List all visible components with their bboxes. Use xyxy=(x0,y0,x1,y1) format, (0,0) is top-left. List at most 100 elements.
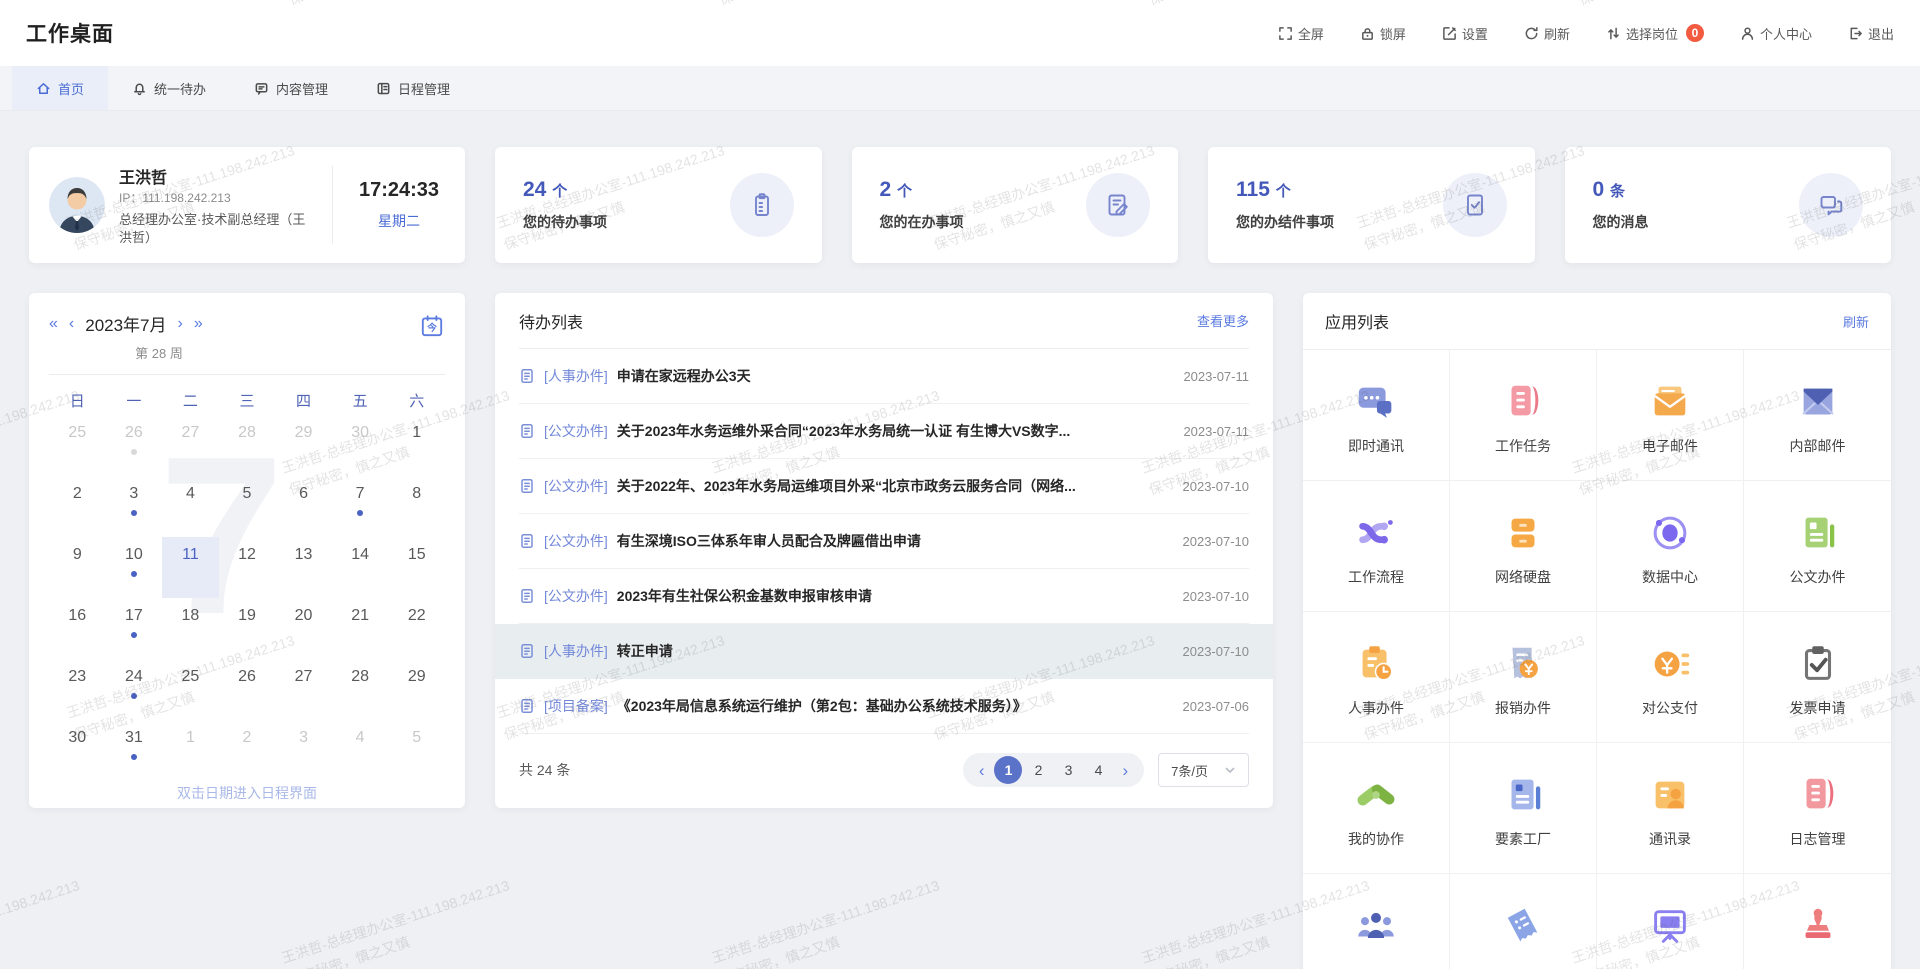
calendar-day[interactable]: 27 xyxy=(162,415,219,476)
calendar-day[interactable]: 14 xyxy=(332,537,389,598)
todo-item[interactable]: [人事办件] 申请在家远程办公3天 2023-07-11 xyxy=(519,349,1249,404)
header-action-select-post[interactable]: 选择岗位 0 xyxy=(1606,24,1704,43)
todo-item[interactable]: [公文办件] 关于2022年、2023年水务局运维项目外采“北京市政务云服务合同… xyxy=(519,459,1249,514)
next-month-arrow[interactable]: › xyxy=(178,316,183,332)
calendar-day[interactable]: 26 xyxy=(106,415,163,476)
tab-2[interactable]: 内容管理 xyxy=(230,66,352,110)
calendar-day[interactable]: 17 xyxy=(106,598,163,659)
header-action-settings[interactable]: 设置 xyxy=(1442,24,1488,43)
todo-tag[interactable]: [人事办件] xyxy=(544,366,608,386)
calendar-day[interactable]: 25 xyxy=(162,659,219,720)
calendar-day[interactable]: 3 xyxy=(275,720,332,781)
calendar-day[interactable]: 19 xyxy=(219,598,276,659)
app-journal[interactable]: 日志管理 xyxy=(1744,743,1891,874)
calendar-day[interactable]: 10 xyxy=(106,537,163,598)
app-stamp[interactable] xyxy=(1744,874,1891,969)
calendar-day[interactable]: 7 xyxy=(332,476,389,537)
next-page-arrow[interactable]: › xyxy=(1114,762,1136,779)
page-button-2[interactable]: 2 xyxy=(1024,756,1052,784)
calendar-hint[interactable]: 双击日期进入日程界面 xyxy=(49,783,445,803)
calendar-day[interactable]: 15 xyxy=(388,537,445,598)
calendar-day[interactable]: 22 xyxy=(388,598,445,659)
tab-0[interactable]: 首页 xyxy=(12,66,108,110)
calendar-day[interactable]: 2 xyxy=(49,476,106,537)
calendar-day[interactable]: 28 xyxy=(332,659,389,720)
app-hr[interactable]: 人事办件 xyxy=(1303,612,1450,743)
calendar-day[interactable]: 21 xyxy=(332,598,389,659)
app-chat[interactable]: 即时通讯 xyxy=(1303,350,1450,481)
todo-tag[interactable]: [项目备案] xyxy=(544,696,608,716)
calendar-day[interactable]: 30 xyxy=(332,415,389,476)
calendar-day[interactable]: 27 xyxy=(275,659,332,720)
calendar-day[interactable]: 18 xyxy=(162,598,219,659)
calendar-day[interactable]: 29 xyxy=(388,659,445,720)
stat-card-3[interactable]: 0 条 您的消息 xyxy=(1565,147,1892,263)
calendar-day[interactable]: 5 xyxy=(388,720,445,781)
app-gdoc[interactable]: 公文办件 xyxy=(1744,481,1891,612)
calendar-day[interactable]: 3 xyxy=(106,476,163,537)
calendar-day[interactable]: 25 xyxy=(49,415,106,476)
app-contacts[interactable]: 通讯录 xyxy=(1597,743,1744,874)
header-action-logout[interactable]: 退出 xyxy=(1848,24,1894,43)
calendar-day[interactable]: 4 xyxy=(332,720,389,781)
todo-tag[interactable]: [公文办件] xyxy=(544,476,608,496)
header-action-lockscreen[interactable]: 锁屏 xyxy=(1360,24,1406,43)
page-button-1[interactable]: 1 xyxy=(994,756,1022,784)
todo-tag[interactable]: [公文办件] xyxy=(544,586,608,606)
stat-card-0[interactable]: 24 个 您的待办事项 xyxy=(495,147,822,263)
header-action-personal-center[interactable]: 个人中心 xyxy=(1740,24,1812,43)
calendar-day[interactable]: 1 xyxy=(388,415,445,476)
app-receipt[interactable] xyxy=(1450,874,1597,969)
app-pay[interactable]: 对公支付 xyxy=(1597,612,1744,743)
calendar-day[interactable]: 26 xyxy=(219,659,276,720)
next-year-arrow[interactable]: » xyxy=(194,316,203,332)
app-expense[interactable]: 报销办件 xyxy=(1450,612,1597,743)
stat-card-2[interactable]: 115 个 您的办结件事项 xyxy=(1208,147,1535,263)
calendar-day[interactable]: 23 xyxy=(49,659,106,720)
calendar-day[interactable]: 12 xyxy=(219,537,276,598)
header-action-refresh[interactable]: 刷新 xyxy=(1524,24,1570,43)
page-button-4[interactable]: 4 xyxy=(1084,756,1112,784)
calendar-day[interactable]: 11 xyxy=(162,537,219,598)
app-flow[interactable]: 工作流程 xyxy=(1303,481,1450,612)
calendar-day[interactable]: 4 xyxy=(162,476,219,537)
prev-page-arrow[interactable]: ‹ xyxy=(971,762,993,779)
todo-tag[interactable]: [人事办件] xyxy=(544,641,608,661)
calendar-day[interactable]: 24 xyxy=(106,659,163,720)
todo-item[interactable]: [公文办件] 关于2023年水务运维外采合同“2023年水务局统一认证 有生博大… xyxy=(519,404,1249,459)
todo-item[interactable]: [公文办件] 2023年有生社保公积金基数申报审核申请 2023-07-10 xyxy=(519,569,1249,624)
calendar-day[interactable]: 2 xyxy=(219,720,276,781)
app-org[interactable] xyxy=(1303,874,1450,969)
todo-item[interactable]: [项目备案] 《2023年局信息系统运行维护（第2包：基础办公系统技术服务）》 … xyxy=(519,679,1249,734)
calendar-day[interactable]: 20 xyxy=(275,598,332,659)
app-task[interactable]: 工作任务 xyxy=(1450,350,1597,481)
tab-1[interactable]: 统一待办 xyxy=(108,66,230,110)
header-action-fullscreen[interactable]: 全屏 xyxy=(1278,24,1324,43)
todo-item[interactable]: [人事办件] 转正申请 2023-07-10 xyxy=(495,624,1273,679)
calendar-day[interactable]: 29 xyxy=(275,415,332,476)
calendar-day[interactable]: 16 xyxy=(49,598,106,659)
prev-month-arrow[interactable]: ‹ xyxy=(69,316,74,332)
calendar-day[interactable]: 8 xyxy=(388,476,445,537)
app-data[interactable]: 数据中心 xyxy=(1597,481,1744,612)
calendar-day[interactable]: 5 xyxy=(219,476,276,537)
prev-year-arrow[interactable]: « xyxy=(49,316,58,332)
app-mail[interactable]: 电子邮件 xyxy=(1597,350,1744,481)
todo-tag[interactable]: [公文办件] xyxy=(544,531,608,551)
calendar-day[interactable]: 1 xyxy=(162,720,219,781)
page-size-select[interactable]: 7条/页 xyxy=(1158,753,1249,787)
app-invoice[interactable]: 发票申请 xyxy=(1744,612,1891,743)
avatar[interactable] xyxy=(49,177,105,233)
view-more-link[interactable]: 查看更多 xyxy=(1197,311,1249,330)
stat-card-1[interactable]: 2 个 您的在办事项 xyxy=(852,147,1179,263)
calendar-day[interactable]: 30 xyxy=(49,720,106,781)
app-factory[interactable]: 要素工厂 xyxy=(1450,743,1597,874)
app-board[interactable] xyxy=(1597,874,1744,969)
calendar-day[interactable]: 31 xyxy=(106,720,163,781)
calendar-day[interactable]: 28 xyxy=(219,415,276,476)
app-collab[interactable]: 我的协作 xyxy=(1303,743,1450,874)
app-inmail[interactable]: 内部邮件 xyxy=(1744,350,1891,481)
refresh-apps-link[interactable]: 刷新 xyxy=(1843,312,1869,331)
calendar-day[interactable]: 9 xyxy=(49,537,106,598)
calendar-day[interactable]: 6 xyxy=(275,476,332,537)
